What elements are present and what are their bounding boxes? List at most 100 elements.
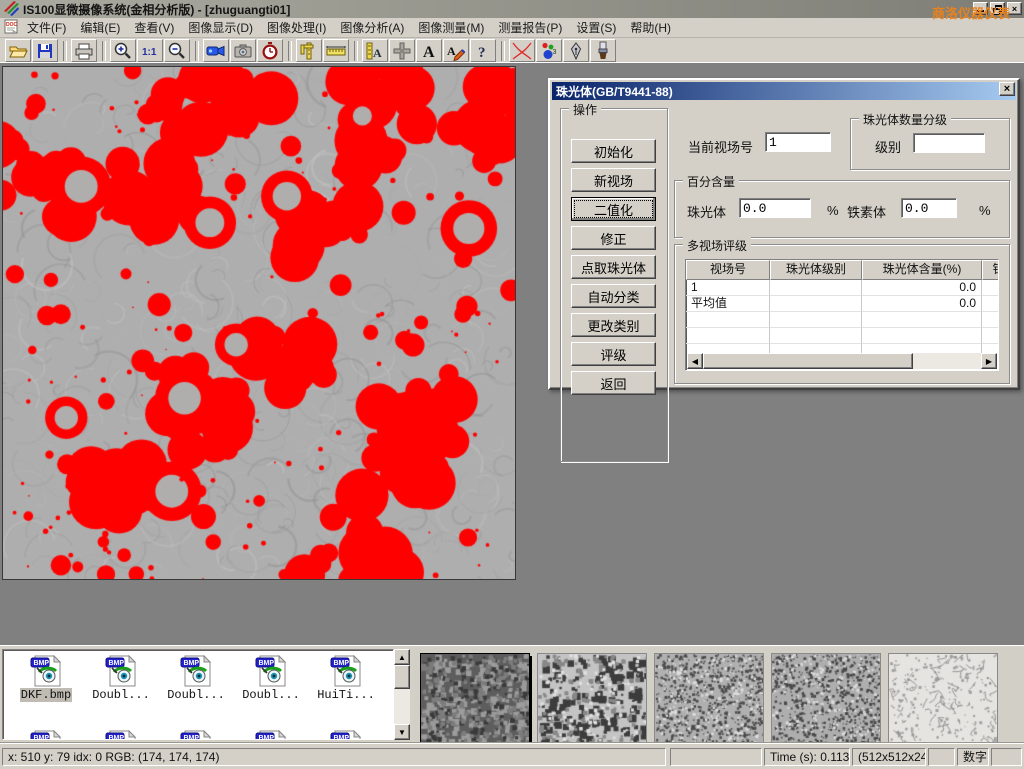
percent-input-0[interactable] xyxy=(739,198,811,218)
open-icon[interactable] xyxy=(5,39,31,62)
menu-item-0[interactable]: 文件(F) xyxy=(20,17,73,38)
curve-icon[interactable] xyxy=(509,39,535,62)
measure-text-icon[interactable]: A xyxy=(362,39,388,62)
scroll-left-icon[interactable]: ◀ xyxy=(687,353,703,369)
file-item-row2-4[interactable]: BMP xyxy=(311,730,381,740)
current-field-label: 当前视场号 xyxy=(688,137,753,156)
operate-button-7[interactable]: 评级 xyxy=(571,342,656,366)
operate-button-8[interactable]: 返回 xyxy=(571,371,656,395)
table-horizontal-scrollbar[interactable]: ◀ ▶ xyxy=(687,353,997,369)
actual-size-icon[interactable]: 1:1 xyxy=(137,39,163,62)
window-title: IS100显微摄像系统(金相分析版) - [zhuguangti01] xyxy=(23,1,290,18)
zoom-out-icon[interactable] xyxy=(164,39,190,62)
file-item-3[interactable]: BMPDoubl... xyxy=(236,655,306,702)
file-item-4[interactable]: BMPHuiTi... xyxy=(311,655,381,702)
grade-input[interactable] xyxy=(913,133,985,153)
file-name[interactable]: DKF.bmp xyxy=(20,688,72,702)
percent-legend: 百分含量 xyxy=(683,173,739,190)
merge-icon[interactable] xyxy=(389,39,415,62)
file-item-1[interactable]: BMPDoubl... xyxy=(86,655,156,702)
video-camera-icon[interactable] xyxy=(203,39,229,62)
classify-icon[interactable]: 3 xyxy=(536,39,562,62)
text-icon[interactable]: A xyxy=(416,39,442,62)
menu-item-8[interactable]: 设置(S) xyxy=(569,17,623,38)
menu-item-4[interactable]: 图像处理(I) xyxy=(260,17,333,38)
operate-button-0[interactable]: 初始化 xyxy=(571,139,656,163)
sample-thumbnail-4[interactable] xyxy=(888,653,998,743)
file-item-row2-0[interactable]: BMP xyxy=(11,730,81,740)
scrollbar-thumb[interactable] xyxy=(394,665,410,689)
sample-thumbnail-1[interactable] xyxy=(537,653,647,743)
file-list[interactable]: BMPDKF.bmpBMPDoubl...BMPDoubl...BMPDoubl… xyxy=(2,649,394,740)
restore-button[interactable] xyxy=(990,2,1005,15)
menu-item-9[interactable]: 帮助(H) xyxy=(623,17,678,38)
timer-icon[interactable] xyxy=(257,39,283,62)
multifield-table[interactable]: 视场号珠光体级别珠光体含量(%)铁素体含量(%) 10.0平均值0.0 ◀ ▶ xyxy=(685,259,999,371)
operate-button-3[interactable]: 修正 xyxy=(571,226,656,250)
current-field-input[interactable] xyxy=(765,132,831,152)
menu-item-6[interactable]: 图像测量(M) xyxy=(411,17,491,38)
annotate-icon[interactable]: A xyxy=(443,39,469,62)
caliper-icon[interactable] xyxy=(296,39,322,62)
menu-item-5[interactable]: 图像分析(A) xyxy=(333,17,411,38)
menu-item-7[interactable]: 测量报告(P) xyxy=(491,17,569,38)
operate-button-4[interactable]: 点取珠光体 xyxy=(571,255,656,279)
table-column-3[interactable]: 铁素体含量(%) xyxy=(982,260,999,280)
sample-thumbnail-2[interactable] xyxy=(654,653,764,743)
ruler-icon[interactable] xyxy=(323,39,349,62)
menu-item-3[interactable]: 图像显示(D) xyxy=(181,17,260,38)
scroll-down-icon[interactable]: ▼ xyxy=(394,724,410,740)
table-column-2[interactable]: 珠光体含量(%) xyxy=(862,260,982,280)
multifield-group: 多视场评级 视场号珠光体级别珠光体含量(%)铁素体含量(%) 10.0平均值0.… xyxy=(674,244,1010,384)
toolbar-separator xyxy=(354,41,358,61)
scroll-up-icon[interactable]: ▲ xyxy=(394,649,410,665)
menu-item-1[interactable]: 编辑(E) xyxy=(73,17,127,38)
status-panel-empty-3 xyxy=(991,748,1022,766)
sample-thumbnail-3[interactable] xyxy=(771,653,881,743)
file-item-row2-1[interactable]: BMP xyxy=(86,730,156,740)
image-viewport[interactable] xyxy=(2,66,516,580)
file-browser-panel: BMPDKF.bmpBMPDoubl...BMPDoubl...BMPDoubl… xyxy=(0,645,1024,742)
file-name[interactable]: HuiTi... xyxy=(316,688,376,702)
file-item-row2-2[interactable]: BMP xyxy=(161,730,231,740)
file-name[interactable]: Doubl... xyxy=(91,688,151,702)
save-icon[interactable] xyxy=(32,39,58,62)
dialog-title-bar[interactable]: 珠光体(GB/T9441-88) xyxy=(552,82,1016,100)
table-column-1[interactable]: 珠光体级别 xyxy=(770,260,862,280)
file-item-0[interactable]: BMPDKF.bmp xyxy=(11,655,81,702)
operate-group: 操作 初始化新视场二值化修正点取珠光体自动分类更改类别评级返回 xyxy=(560,108,668,462)
zoom-in-icon[interactable] xyxy=(110,39,136,62)
help-icon[interactable]: ? xyxy=(470,39,496,62)
table-column-0[interactable]: 视场号 xyxy=(686,260,770,280)
table-row-3[interactable] xyxy=(686,328,999,344)
table-row-0[interactable]: 10.0 xyxy=(686,280,999,296)
scrollbar-thumb[interactable] xyxy=(703,353,913,369)
menu-item-2[interactable]: 查看(V) xyxy=(127,17,181,38)
operate-button-2[interactable]: 二值化 xyxy=(571,197,656,221)
table-row-2[interactable] xyxy=(686,312,999,328)
print-icon[interactable] xyxy=(71,39,97,62)
sample-thumbnail-0[interactable] xyxy=(420,653,530,743)
operate-button-5[interactable]: 自动分类 xyxy=(571,284,656,308)
dialog-close-icon[interactable]: × xyxy=(999,82,1015,96)
brush-icon[interactable] xyxy=(590,39,616,62)
file-name[interactable]: Doubl... xyxy=(241,688,301,702)
file-item-row2-3[interactable]: BMP xyxy=(236,730,306,740)
file-item-2[interactable]: BMPDoubl... xyxy=(161,655,231,702)
file-list-scrollbar[interactable]: ▲ ▼ xyxy=(394,649,410,740)
file-name[interactable]: Doubl... xyxy=(166,688,226,702)
document-icon[interactable]: DOC xyxy=(3,18,20,38)
capture-icon[interactable] xyxy=(230,39,256,62)
table-row-1[interactable]: 平均值0.0 xyxy=(686,296,999,312)
close-button[interactable]: × xyxy=(1007,2,1022,15)
svg-text:1:1: 1:1 xyxy=(142,47,157,58)
table-body[interactable]: 10.0平均值0.0 xyxy=(686,280,999,356)
minimize-button[interactable] xyxy=(973,2,988,15)
picker-icon[interactable] xyxy=(563,39,589,62)
scroll-right-icon[interactable]: ▶ xyxy=(981,353,997,369)
percent-input-1[interactable] xyxy=(901,198,957,218)
operate-button-6[interactable]: 更改类别 xyxy=(571,313,656,337)
svg-text:A: A xyxy=(373,46,382,60)
metallographic-image[interactable] xyxy=(3,67,515,579)
operate-button-1[interactable]: 新视场 xyxy=(571,168,656,192)
